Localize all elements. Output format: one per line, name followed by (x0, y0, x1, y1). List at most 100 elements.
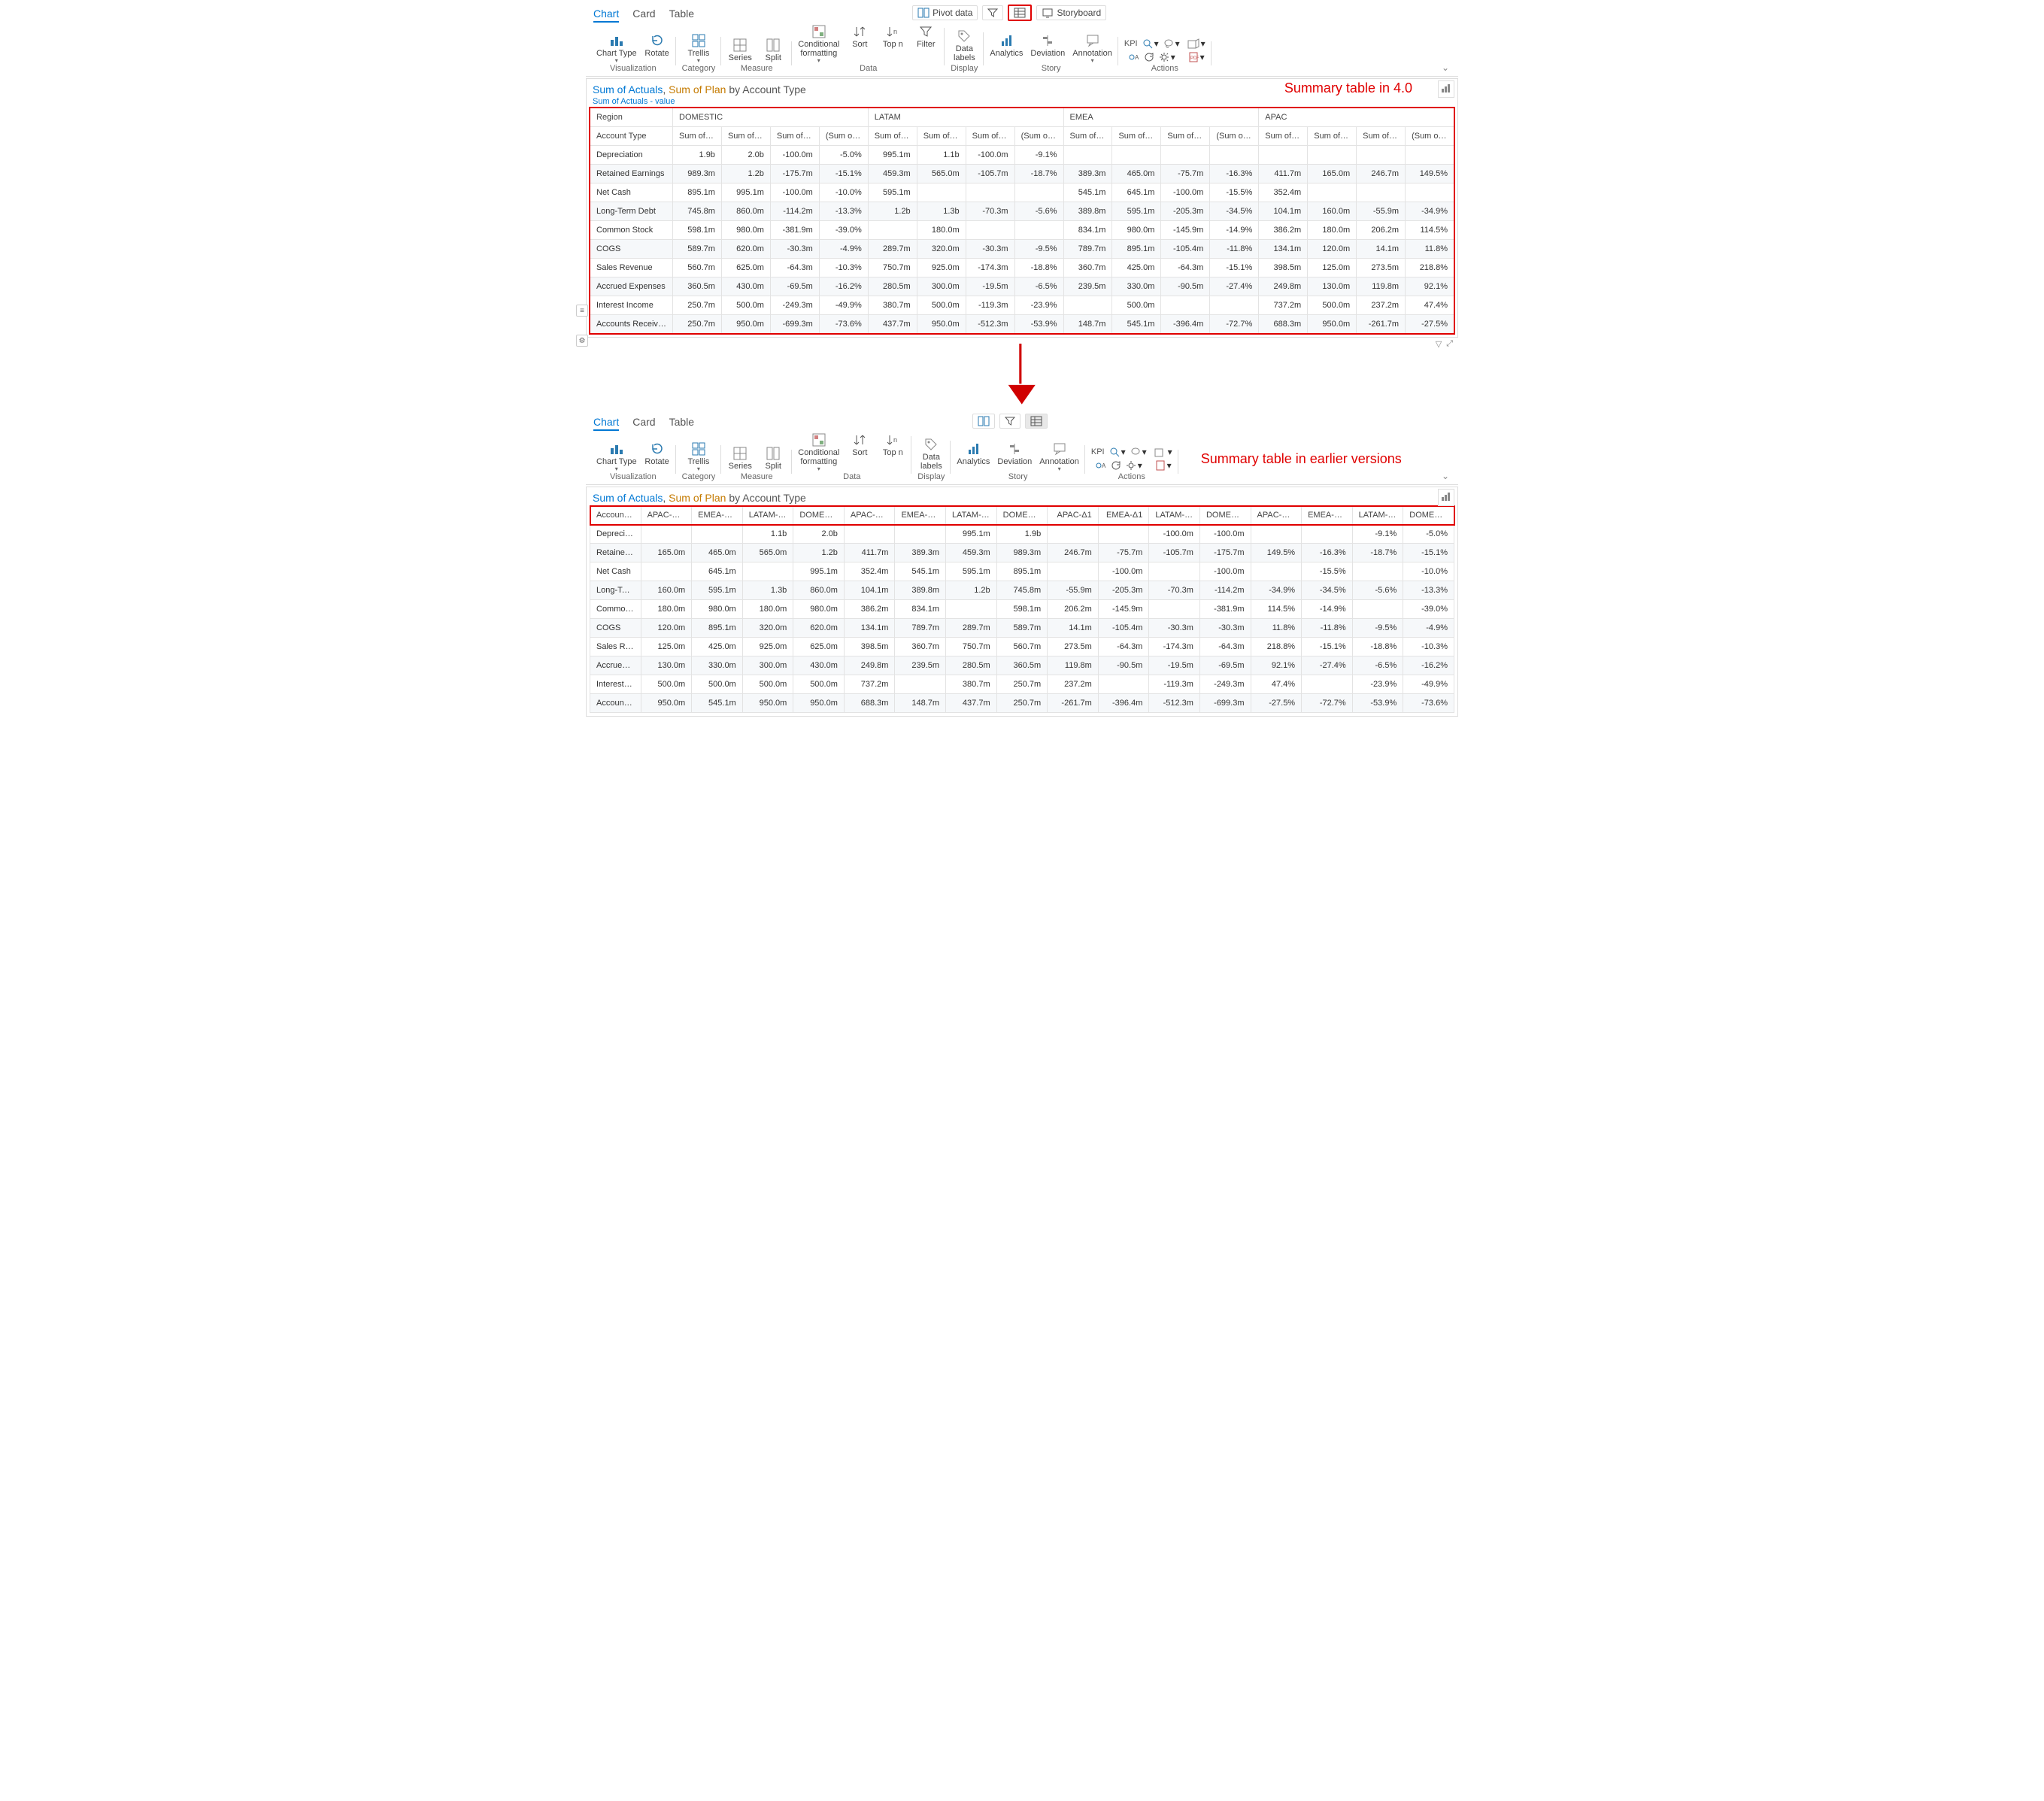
pdf-button[interactable]: PDF▾ (1188, 52, 1205, 62)
cond-format-button-2[interactable]: Conditional formatting▾ (798, 433, 839, 471)
kpi-button[interactable]: KPI (1124, 39, 1138, 48)
rotate-button[interactable]: Rotate (644, 34, 670, 58)
tab-chart[interactable]: Chart (593, 6, 619, 23)
tab-table-2[interactable]: Table (669, 414, 694, 431)
table-row[interactable]: Retained Earnings165.0m465.0m565.0m1.2b4… (590, 544, 1454, 562)
filter-indicator-icon[interactable]: ▽ (1436, 339, 1442, 349)
annotation-button[interactable]: Annotation ▾ (1072, 34, 1112, 62)
group-display: Display (951, 62, 978, 76)
table-row[interactable]: Sales Revenue560.7m625.0m-64.3m-10.3%750… (590, 259, 1454, 277)
pivot-data-button-2[interactable] (972, 414, 995, 429)
sort-button-2[interactable]: Sort (847, 433, 872, 457)
topn-button-2[interactable]: nTop n (880, 433, 905, 457)
table-row[interactable]: Sales Revenue125.0m425.0m925.0m625.0m398… (590, 638, 1454, 656)
row-drag-handle[interactable]: ≡ (576, 305, 588, 317)
table-row[interactable]: Accrued Expenses130.0m330.0m300.0m430.0m… (590, 656, 1454, 675)
annotation-button-2[interactable]: Annotation▾ (1039, 442, 1079, 471)
cell: 160.0m (1308, 202, 1357, 221)
topn-button[interactable]: n Top n (880, 25, 905, 49)
filter-ribbon-button[interactable]: Filter (913, 25, 939, 49)
expand-ribbon-button[interactable]: ⌄ (1442, 62, 1454, 76)
series-button-2[interactable]: Series (727, 447, 753, 471)
expand-indicator-icon[interactable]: ⤢ (1446, 339, 1453, 349)
table-row[interactable]: COGS589.7m620.0m-30.3m-4.9%289.7m320.0m-… (590, 240, 1454, 259)
reset-button[interactable] (1144, 52, 1154, 62)
lasso-button[interactable]: ▾ (1163, 38, 1180, 49)
table-row[interactable]: Accounts Receivable950.0m545.1m950.0m950… (590, 694, 1454, 713)
filter-button-2[interactable] (999, 414, 1020, 429)
table-row[interactable]: Net Cash895.1m995.1m-100.0m-10.0%595.1m5… (590, 183, 1454, 202)
data-labels-button-2[interactable]: Data labels (918, 438, 944, 471)
tab-chart-2[interactable]: Chart (593, 414, 619, 431)
sort-icon (854, 433, 866, 447)
trellis-button[interactable]: Trellis ▾ (686, 34, 711, 62)
chart-quick-button[interactable] (1438, 80, 1454, 98)
table-row[interactable]: Common Stock180.0m980.0m180.0m980.0m386.… (590, 600, 1454, 619)
lasso-icon (1163, 38, 1174, 49)
table-row[interactable]: Depreciation1.9b2.0b-100.0m-5.0%995.1m1.… (590, 146, 1454, 165)
chart-type-button-2[interactable]: Chart Type▾ (596, 442, 637, 471)
table-row[interactable]: Interest Income500.0m500.0m500.0m500.0m7… (590, 675, 1454, 694)
sort-button[interactable]: Sort (847, 25, 872, 49)
reset-button-2[interactable] (1111, 460, 1121, 471)
analytics-button[interactable]: Analytics (990, 34, 1023, 58)
cell: -18.8% (1352, 638, 1403, 656)
tab-table[interactable]: Table (669, 6, 694, 23)
search-button[interactable]: ▾ (1142, 38, 1159, 49)
cell: 745.8m (673, 202, 722, 221)
expand-ribbon-button-2[interactable]: ⌄ (1442, 471, 1454, 484)
table-row[interactable]: COGS120.0m895.1m320.0m620.0m134.1m789.7m… (590, 619, 1454, 638)
summary-table-button[interactable] (1008, 5, 1032, 21)
data-labels-button[interactable]: Data labels (951, 29, 977, 62)
cond-format-button[interactable]: Conditional formatting ▾ (798, 25, 839, 62)
cell: -72.7% (1302, 694, 1353, 713)
settings-button[interactable]: ▾ (1159, 52, 1175, 62)
chart-type-button[interactable]: Chart Type ▾ (596, 34, 637, 62)
settings-button-2[interactable]: ▾ (1126, 460, 1142, 471)
pdf-button-2[interactable]: ▾ (1155, 460, 1172, 471)
chart-quick-button-2[interactable] (1438, 489, 1454, 506)
analytics-button-2[interactable]: Analytics (957, 442, 990, 466)
filter-button[interactable] (982, 5, 1003, 20)
table-row[interactable]: Accounts Receivable250.7m950.0m-699.3m-7… (590, 315, 1454, 334)
split-button-2[interactable]: Split (760, 447, 786, 471)
table-row[interactable]: Net Cash645.1m995.1m352.4m545.1m595.1m89… (590, 562, 1454, 581)
storyboard-button[interactable]: Storyboard (1036, 5, 1106, 20)
cell: -30.3m (1199, 619, 1251, 638)
cell: 688.3m (1259, 315, 1308, 334)
cell: 352.4m (1259, 183, 1308, 202)
tab-card-2[interactable]: Card (632, 414, 655, 431)
series-button[interactable]: Series (727, 38, 753, 62)
kpi-button-2[interactable]: KPI (1091, 447, 1105, 456)
table-row[interactable]: Common Stock598.1m980.0m-381.9m-39.0%180… (590, 221, 1454, 240)
table-row[interactable]: Interest Income250.7m500.0m-249.3m-49.9%… (590, 296, 1454, 315)
row-config-handle[interactable]: ⚙ (576, 335, 588, 347)
lasso-button-2[interactable]: ▾ (1130, 447, 1147, 457)
cell: 950.0m (793, 694, 845, 713)
search-button-2[interactable]: ▾ (1109, 447, 1126, 457)
table-row[interactable]: Long-Term Debt160.0m595.1m1.3b860.0m104.… (590, 581, 1454, 600)
trellis-button-2[interactable]: Trellis▾ (686, 442, 711, 471)
export-icon (1154, 447, 1166, 457)
summary-table-button-2[interactable] (1025, 414, 1048, 429)
cell: -27.5% (1251, 694, 1302, 713)
read-mode-button-2[interactable]: A (1096, 462, 1106, 469)
export-button-2[interactable]: ▾ (1154, 447, 1172, 457)
read-mode-button[interactable]: A (1129, 53, 1139, 61)
cell: 459.3m (868, 165, 917, 183)
deviation-button[interactable]: Deviation (1030, 34, 1065, 58)
cell: -13.3% (819, 202, 868, 221)
tab-card[interactable]: Card (632, 6, 655, 23)
table-row[interactable]: Depreciation1.1b2.0b995.1m1.9b-100.0m-10… (590, 525, 1454, 544)
deviation-button-2[interactable]: Deviation (997, 442, 1032, 466)
cell: -6.5% (1014, 277, 1063, 296)
table-row[interactable]: Retained Earnings989.3m1.2b-175.7m-15.1%… (590, 165, 1454, 183)
rotate-label: Rotate (644, 49, 669, 58)
pivot-data-button[interactable]: Pivot data (912, 5, 978, 20)
export-button[interactable]: ▾ (1187, 38, 1205, 49)
table-row[interactable]: Long-Term Debt745.8m860.0m-114.2m-13.3%1… (590, 202, 1454, 221)
split-button[interactable]: Split (760, 38, 786, 62)
rotate-button-2[interactable]: Rotate (644, 442, 670, 466)
group-data: Data (860, 62, 877, 76)
table-row[interactable]: Accrued Expenses360.5m430.0m-69.5m-16.2%… (590, 277, 1454, 296)
